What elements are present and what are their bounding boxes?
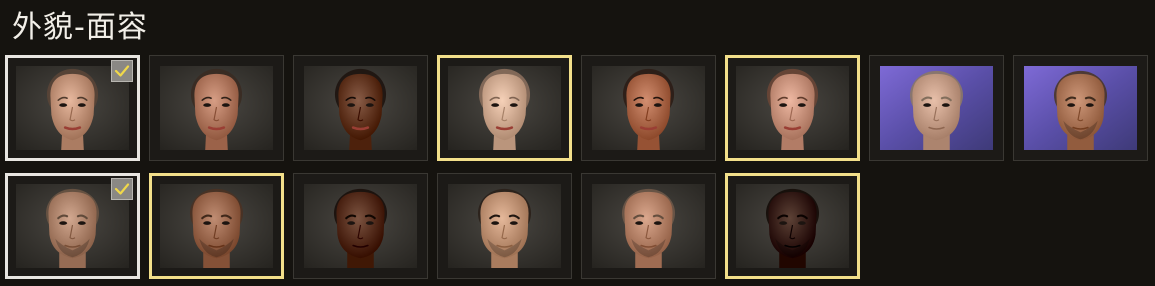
face-portrait — [592, 66, 705, 150]
face-option-3[interactable] — [293, 55, 428, 161]
face-portrait — [160, 66, 273, 150]
face-portrait — [304, 184, 417, 268]
face-option-7[interactable] — [869, 55, 1004, 161]
face-portrait — [1024, 66, 1137, 150]
face-option-5[interactable] — [581, 55, 716, 161]
face-portrait — [448, 66, 561, 150]
face-option-13[interactable] — [581, 173, 716, 279]
face-option-14[interactable] — [725, 173, 860, 279]
face-option-6[interactable] — [725, 55, 860, 161]
face-portrait — [160, 184, 273, 268]
face-portrait — [736, 66, 849, 150]
face-option-12[interactable] — [437, 173, 572, 279]
face-option-9[interactable] — [5, 173, 140, 279]
face-portrait — [592, 184, 705, 268]
face-portrait — [880, 66, 993, 150]
face-option-2[interactable] — [149, 55, 284, 161]
checkmark-icon — [112, 179, 132, 199]
face-portrait — [304, 66, 417, 150]
face-portrait — [736, 184, 849, 268]
face-portrait — [448, 184, 561, 268]
face-option-10[interactable] — [149, 173, 284, 279]
face-selection-panel: 外貌-面容 — [0, 0, 1155, 286]
face-option-4[interactable] — [437, 55, 572, 161]
face-option-8[interactable] — [1013, 55, 1148, 161]
face-option-1[interactable] — [5, 55, 140, 161]
face-grid — [0, 0, 1155, 286]
face-option-11[interactable] — [293, 173, 428, 279]
checkmark-icon — [112, 61, 132, 81]
